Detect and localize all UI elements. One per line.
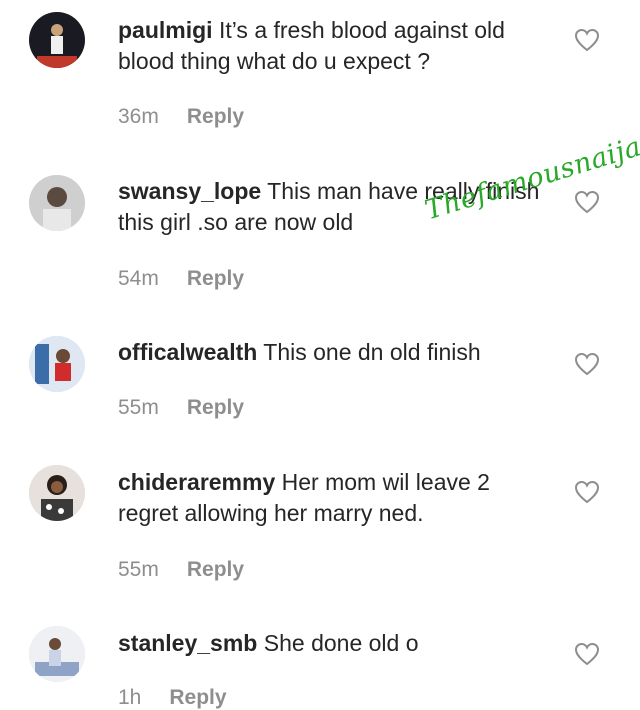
heart-outline-icon[interactable] xyxy=(574,642,600,666)
comment-username[interactable]: paulmigi xyxy=(118,17,213,43)
comment-text: paulmigi It’s a fresh blood against old … xyxy=(118,15,548,77)
comment-timestamp: 54m xyxy=(118,267,159,290)
comment-text: chideraremmy Her mom wil leave 2 regret … xyxy=(118,467,548,529)
comment-body: This one dn old finish xyxy=(257,339,481,365)
comment-username[interactable]: stanley_smb xyxy=(118,630,257,656)
comment-username[interactable]: swansy_lope xyxy=(118,178,261,204)
reply-button[interactable]: Reply xyxy=(169,686,226,709)
reply-button[interactable]: Reply xyxy=(187,267,244,290)
reply-button[interactable]: Reply xyxy=(187,558,244,581)
heart-outline-icon[interactable] xyxy=(574,352,600,376)
comment-meta: 1h Reply xyxy=(118,686,227,710)
avatar[interactable] xyxy=(29,175,85,231)
comment-meta: 36m Reply xyxy=(118,105,244,129)
comment-meta: 55m Reply xyxy=(118,396,244,420)
avatar[interactable] xyxy=(29,465,85,521)
comment-username[interactable]: officalwealth xyxy=(118,339,257,365)
comment-timestamp: 36m xyxy=(118,105,159,128)
comment-text: officalwealth This one dn old finish xyxy=(118,337,548,368)
comment-timestamp: 1h xyxy=(118,686,142,709)
reply-button[interactable]: Reply xyxy=(187,105,244,128)
comment-meta: 54m Reply xyxy=(118,267,244,291)
comment-timestamp: 55m xyxy=(118,558,159,581)
comment-timestamp: 55m xyxy=(118,396,159,419)
avatar[interactable] xyxy=(29,12,85,68)
avatar[interactable] xyxy=(29,336,85,392)
comment-text: stanley_smb She done old o xyxy=(118,628,548,659)
comment-body: She done old o xyxy=(257,630,419,656)
heart-outline-icon[interactable] xyxy=(574,480,600,504)
heart-outline-icon[interactable] xyxy=(574,28,600,52)
comment-username[interactable]: chideraremmy xyxy=(118,469,275,495)
avatar[interactable] xyxy=(29,626,85,682)
reply-button[interactable]: Reply xyxy=(187,396,244,419)
heart-outline-icon[interactable] xyxy=(574,190,600,214)
comment-meta: 55m Reply xyxy=(118,558,244,582)
